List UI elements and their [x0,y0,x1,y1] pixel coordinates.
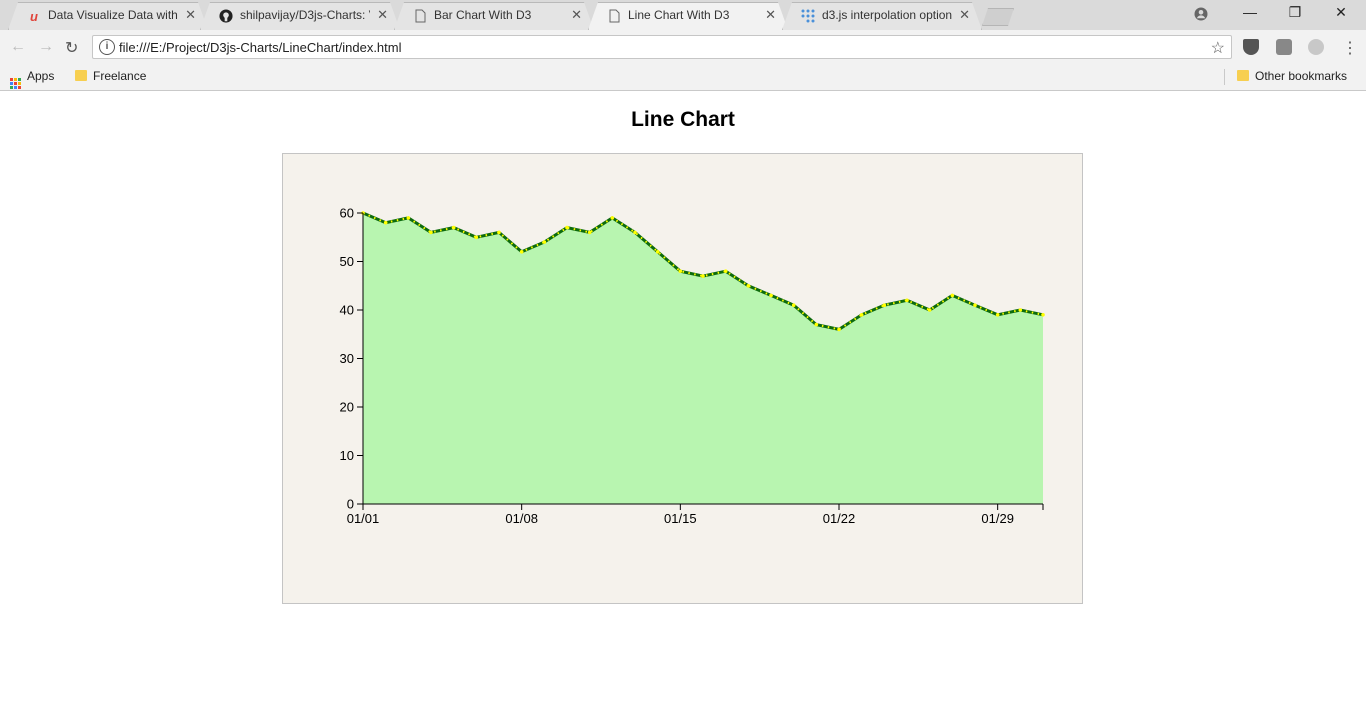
tab-title: shilpavijay/D3js-Charts: V [240,8,370,22]
extension-2-icon[interactable] [1308,39,1324,55]
y-tick-label: 20 [340,400,354,415]
url-text[interactable]: file:///E:/Project/D3js-Charts/LineChart… [119,40,402,55]
bookmarks-bar: Apps Freelance Other bookmarks [0,64,1366,91]
data-point [406,216,411,220]
tab-0[interactable]: u Data Visualize Data with ✕ [8,2,208,30]
data-point [859,313,864,317]
data-point [1018,308,1023,312]
close-icon[interactable]: ✕ [377,7,388,23]
y-tick-label: 30 [340,351,354,366]
x-tick-label: 01/08 [505,511,538,526]
tab-3[interactable]: Line Chart With D3 ✕ [588,2,788,30]
y-tick-label: 60 [340,206,354,221]
page-icon [412,8,428,24]
profile-icon[interactable] [1186,4,1216,24]
back-icon[interactable]: ← [10,38,26,56]
udemy-icon: u [30,8,38,24]
bookmarks-divider [1224,69,1225,85]
area-fill [363,213,1043,504]
page-icon [606,8,622,24]
tab-1[interactable]: shilpavijay/D3js-Charts: V ✕ [200,2,400,30]
tab-title: Bar Chart With D3 [434,8,532,22]
tab-2[interactable]: Bar Chart With D3 ✕ [394,2,594,30]
data-point [542,240,547,244]
reload-icon[interactable]: ↻ [65,38,78,58]
data-point [655,250,660,254]
apps-bookmark[interactable]: Apps [10,69,54,89]
tab-title: Data Visualize Data with [48,8,178,22]
y-tick-label: 0 [347,497,354,512]
restore-button[interactable]: ❐ [1280,4,1310,24]
data-point [678,269,683,273]
extension-icon[interactable] [1276,39,1292,55]
freelance-label: Freelance [93,69,147,83]
freelance-bookmark[interactable]: Freelance [75,69,146,83]
data-point [451,225,456,230]
close-icon[interactable]: ✕ [571,7,582,23]
data-point [791,303,796,307]
data-point [837,327,841,332]
close-icon[interactable]: ✕ [185,7,196,23]
d3-icon [800,8,816,24]
data-point [565,225,569,230]
other-bookmarks[interactable]: Other bookmarks [1237,69,1347,83]
page-title: Line Chart [631,108,735,131]
chart-container: 0 10 20 30 40 50 60 01/01 01/08 01/15 01/22 01/29 [282,153,1083,604]
star-icon[interactable]: ☆ [1211,38,1225,58]
x-tick-label: 01/22 [823,511,856,526]
tab-title: d3.js interpolation option [822,8,952,22]
forward-icon[interactable]: → [38,38,54,56]
data-point [701,274,705,278]
tab-4[interactable]: d3.js interpolation option ✕ [782,2,982,30]
data-point [429,230,433,235]
y-tick-label: 10 [340,448,354,463]
folder-icon [75,70,87,81]
apps-grid-icon [10,78,21,89]
address-bar[interactable]: i file:///E:/Project/D3js-Charts/LineCha… [92,35,1232,59]
data-point [497,230,501,235]
x-tick-label: 01/29 [981,511,1014,526]
y-tick-label: 40 [340,303,354,318]
data-point [633,230,637,235]
data-point [995,313,1000,317]
folder-icon [1237,70,1249,81]
x-tick-label: 01/15 [664,511,697,526]
pocket-icon[interactable] [1243,39,1259,55]
github-icon [218,8,234,24]
close-icon[interactable]: ✕ [959,7,970,23]
close-window-button[interactable]: ✕ [1326,4,1356,24]
data-point [927,308,932,312]
close-icon[interactable]: ✕ [765,7,776,23]
x-tick-label: 01/01 [347,511,380,526]
y-tick-label: 50 [340,254,354,269]
data-point [973,303,977,307]
data-point [587,230,592,235]
menu-icon[interactable]: ⋮ [1342,38,1358,58]
data-point [383,220,388,225]
data-point [474,235,479,240]
info-icon[interactable]: i [99,39,115,55]
data-point [519,250,524,254]
data-point [769,293,773,298]
tab-title: Line Chart With D3 [628,8,730,22]
new-tab-button[interactable] [982,8,1014,26]
data-point [610,216,615,220]
data-point [882,303,887,307]
apps-label: Apps [27,69,55,83]
data-point [814,322,819,327]
minimize-button[interactable]: — [1235,4,1265,24]
data-point [905,298,909,303]
data-point [723,269,728,273]
line-chart: 0 10 20 30 40 50 60 01/01 01/08 01/15 01/22 01/29 [340,206,1045,526]
tab-strip: u Data Visualize Data with ✕ shilpavijay… [0,0,1366,30]
other-bookmarks-label: Other bookmarks [1255,69,1348,83]
data-point [950,293,955,298]
data-point [1041,313,1045,317]
data-point [746,284,751,288]
